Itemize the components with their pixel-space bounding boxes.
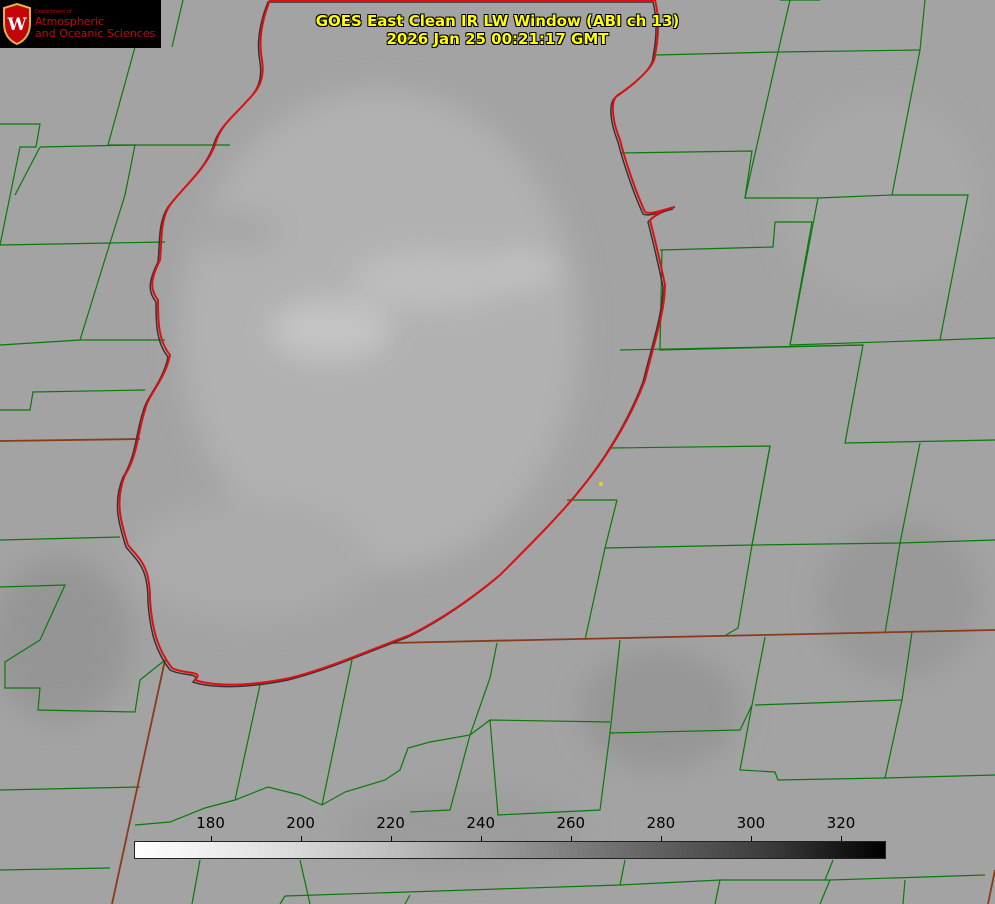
colorbar-tick-label: 280 (646, 814, 676, 832)
image-timestamp: 2026 Jan 25 00:21:17 GMT (386, 30, 609, 48)
colorbar-tick-labels: 180 200 220 240 260 280 300 320 (0, 814, 995, 834)
colorbar-tick-label: 220 (376, 814, 405, 832)
satellite-map (0, 0, 995, 904)
colorbar-tick-label: 180 (196, 814, 225, 832)
colorbar-tick-label: 200 (286, 814, 315, 832)
colorbar-tick-label: 300 (736, 814, 766, 832)
colorbar-tick-label: 240 (466, 814, 496, 832)
colorbar-tick-label: 320 (826, 814, 856, 832)
colorbar (134, 841, 886, 859)
location-marker (599, 482, 603, 486)
colorbar-tick-label: 260 (556, 814, 586, 832)
image-title: GOES East Clean IR LW Window (ABI ch 13) (315, 12, 680, 30)
